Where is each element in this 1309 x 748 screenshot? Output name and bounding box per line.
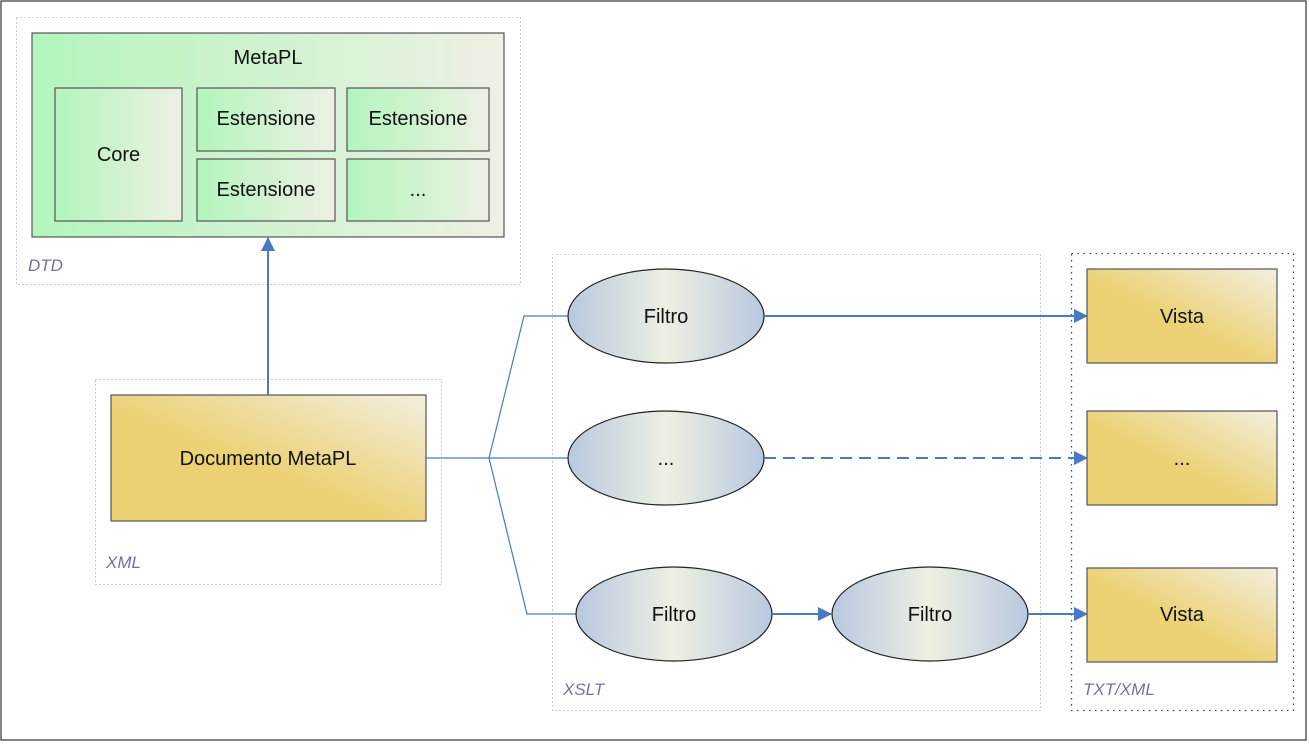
output-label: TXT/XML — [1083, 680, 1155, 699]
filter-label: ... — [658, 448, 675, 470]
filter-label: Filtro — [652, 604, 696, 626]
document-label: Documento MetaPL — [180, 448, 357, 470]
metapl-title: MetaPL — [234, 47, 303, 69]
view-label: Vista — [1160, 306, 1205, 328]
extension-label: Estensione — [217, 108, 316, 130]
xml-label: XML — [105, 553, 141, 572]
extension-more-label: ... — [410, 179, 427, 201]
core-label: Core — [97, 144, 140, 166]
connector-to-top-filter — [488, 315, 568, 459]
view-label: Vista — [1160, 604, 1205, 626]
filter-label: Filtro — [908, 604, 952, 626]
connector-to-bottom-filter — [488, 457, 576, 615]
extension-label: Estensione — [217, 179, 316, 201]
xml-group: XML Documento MetaPL — [95, 379, 442, 585]
dtd-label: DTD — [28, 256, 63, 275]
filter-label: Filtro — [644, 306, 688, 328]
xslt-label: XSLT — [562, 680, 606, 699]
view-label: ... — [1174, 448, 1191, 470]
extension-label: Estensione — [369, 108, 468, 130]
architecture-diagram: DTD MetaPL Core Estensione Estensione Es… — [0, 0, 1307, 741]
